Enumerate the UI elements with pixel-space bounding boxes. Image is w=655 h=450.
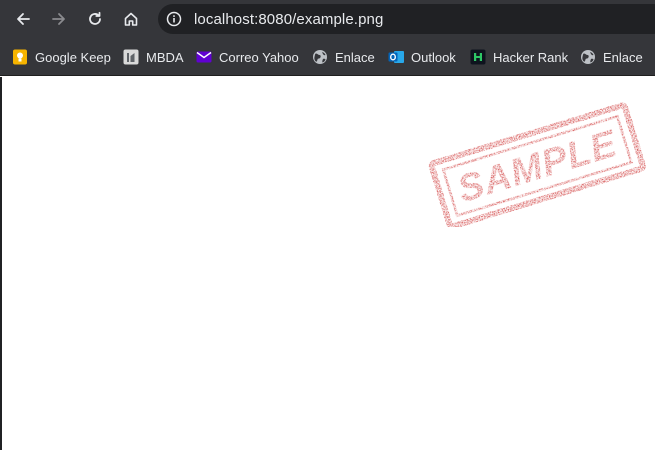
forward-button[interactable]	[45, 5, 73, 33]
bookmark-label: Correo Yahoo	[219, 49, 299, 65]
bookmark-hacker-rank[interactable]: Hacker Rank	[470, 47, 568, 67]
bookmark-label: Google Keep	[35, 49, 111, 65]
reload-button[interactable]	[81, 5, 109, 33]
site-info-icon[interactable]	[164, 9, 184, 29]
bookmark-enlace-2[interactable]: Enlace	[580, 47, 643, 67]
google-keep-icon	[12, 49, 28, 65]
bookmark-label: Enlace	[603, 49, 643, 65]
arrow-left-icon	[17, 13, 30, 25]
home-icon	[124, 12, 138, 26]
home-button[interactable]	[117, 5, 145, 33]
reload-icon	[89, 11, 101, 25]
bookmark-correo-yahoo[interactable]: Correo Yahoo	[196, 47, 299, 67]
bookmark-label: Hacker Rank	[493, 49, 569, 65]
bookmark-enlace[interactable]: Enlace	[312, 47, 375, 67]
bookmarks-bar: Google Keep MBDA Correo Yahoo Enlace Out…	[0, 38, 655, 76]
hackerrank-icon	[470, 49, 486, 65]
stamp-image: SAMPLE	[428, 102, 646, 230]
page-content: SAMPLE	[0, 77, 655, 450]
sample-stamp: SAMPLE	[422, 87, 652, 230]
outlook-icon	[388, 49, 404, 65]
back-button[interactable]	[9, 5, 37, 33]
bookmark-mbda[interactable]: MBDA	[123, 47, 184, 67]
globe-icon	[312, 49, 328, 65]
address-bar[interactable]: localhost:8080/example.png	[158, 4, 655, 34]
bookmark-outlook[interactable]: Outlook	[388, 47, 456, 67]
globe-icon	[580, 49, 596, 65]
bookmark-label: Outlook	[411, 49, 456, 65]
mbda-icon	[123, 49, 139, 65]
bookmark-label: Enlace	[335, 49, 375, 65]
url-text[interactable]: localhost:8080/example.png	[194, 11, 383, 28]
yahoo-mail-icon	[196, 49, 212, 65]
arrow-right-icon	[52, 13, 65, 25]
browser-toolbar: localhost:8080/example.png	[0, 0, 655, 38]
bookmark-label: MBDA	[146, 49, 184, 65]
bookmark-google-keep[interactable]: Google Keep	[12, 47, 111, 67]
